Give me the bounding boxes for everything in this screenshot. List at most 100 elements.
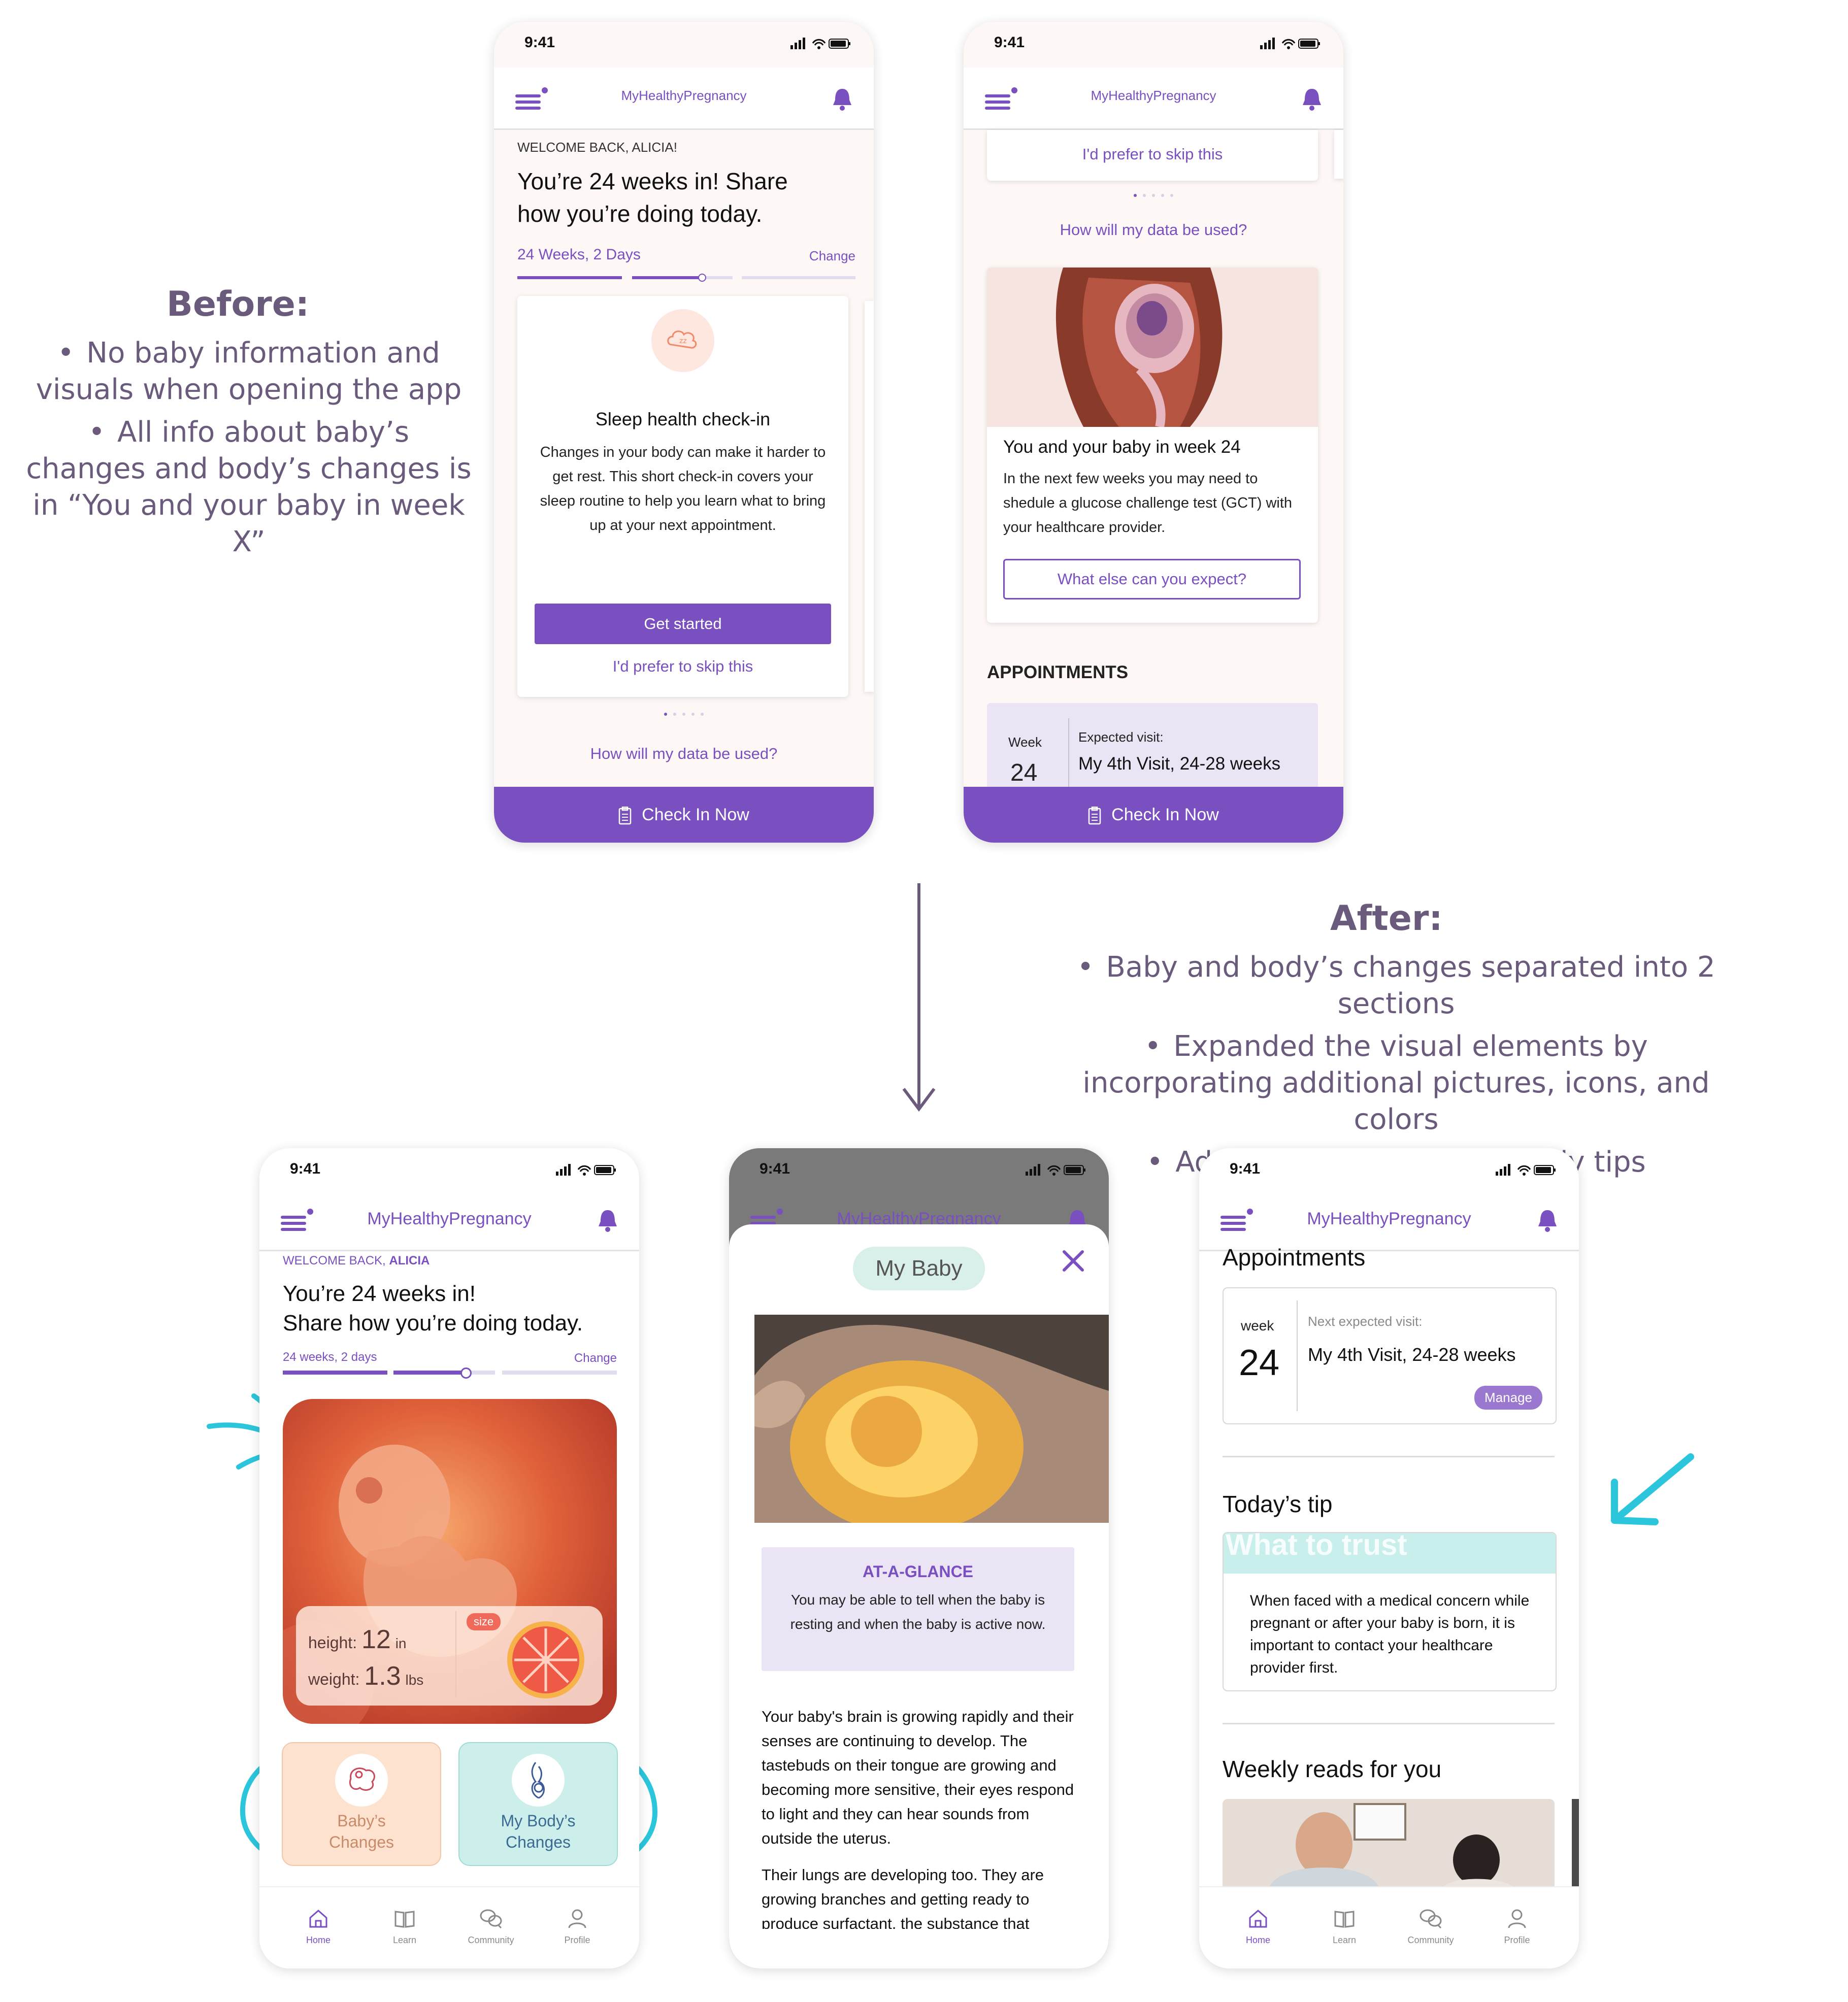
close-icon[interactable] bbox=[1061, 1249, 1085, 1273]
data-usage-link[interactable]: How will my data be used? bbox=[964, 221, 1343, 239]
status-icons-icon bbox=[790, 37, 851, 49]
get-started-button[interactable]: Get started bbox=[535, 604, 831, 644]
appointment-card: week 24 Next expected visit: My 4th Visi… bbox=[1223, 1287, 1557, 1424]
baby-icon bbox=[335, 1754, 388, 1807]
phone-after-home: 9:41 MyHealthyPregnancy WELCOME BACK, AL… bbox=[259, 1148, 639, 1968]
weight-value: 1.3 bbox=[364, 1661, 401, 1691]
status-time: 9:41 bbox=[760, 1160, 790, 1177]
size-badge: size bbox=[467, 1613, 501, 1630]
data-usage-link[interactable]: How will my data be used? bbox=[494, 745, 874, 763]
weight-row: weight: 1.3 lbs bbox=[308, 1661, 423, 1691]
skip-link[interactable]: I'd prefer to skip this bbox=[517, 657, 848, 676]
article-paragraph-2: Their lungs are developing too. They are… bbox=[762, 1866, 1044, 1929]
progress-handle[interactable] bbox=[460, 1367, 472, 1379]
tab-bar: Home Learn Community Profile bbox=[1199, 1886, 1579, 1968]
page-title: You’re 24 weeks in! Share how you’re doi… bbox=[517, 168, 788, 227]
status-icons-icon bbox=[1496, 1163, 1557, 1176]
check-in-bar[interactable]: Check In Now bbox=[964, 787, 1343, 843]
manage-button[interactable]: Manage bbox=[1474, 1386, 1542, 1410]
svg-text:zz: zz bbox=[679, 337, 687, 345]
carousel-dots bbox=[494, 709, 874, 718]
baby-hero-image: height: 12 in weight: 1.3 lbs size bbox=[283, 1399, 617, 1724]
before-bullet: All info about baby’s changes and body’s… bbox=[25, 414, 472, 560]
progress-seg-2 bbox=[393, 1371, 465, 1375]
tab-label: Learn bbox=[392, 1935, 417, 1945]
tab-label: Community bbox=[1407, 1935, 1454, 1945]
before-bullets: No baby information and visuals when ope… bbox=[25, 335, 472, 560]
bell-icon[interactable] bbox=[1536, 1208, 1559, 1233]
tab-label: Profile bbox=[564, 1935, 590, 1945]
tab-community[interactable]: Community bbox=[455, 1908, 526, 1946]
weeks-label: 24 Weeks, 2 Days bbox=[517, 246, 641, 263]
skip-link[interactable]: I'd prefer to skip this bbox=[987, 145, 1318, 163]
article-paragraph-1: Your baby's brain is growing rapidly and… bbox=[762, 1708, 1074, 1847]
next-card-edge bbox=[865, 301, 874, 692]
glance-body: You may be able to tell when the baby is… bbox=[790, 1592, 1046, 1632]
progress-handle[interactable] bbox=[698, 274, 706, 282]
baby-week-card: You and your baby in week 24 In the next… bbox=[987, 268, 1318, 623]
section-divider bbox=[1223, 1723, 1555, 1724]
baby-changes-button[interactable]: Baby’s Changes bbox=[282, 1742, 441, 1866]
user-icon bbox=[1508, 1909, 1526, 1928]
app-name: MyHealthyPregnancy bbox=[621, 88, 747, 103]
my-baby-sheet: My Baby AT-A-GLANCE You may be able to t… bbox=[729, 1224, 1109, 1968]
status-bar: 9:41 bbox=[729, 1148, 1109, 1194]
appointments-heading: Appointments bbox=[1223, 1244, 1366, 1271]
appointment-card: Week 24 Expected visit: My 4th Visit, 24… bbox=[987, 703, 1318, 794]
tip-card: What to trust When faced with a medical … bbox=[1223, 1532, 1557, 1691]
tab-learn[interactable]: Learn bbox=[369, 1908, 440, 1946]
before-title: Before: bbox=[167, 284, 310, 324]
weeks-label: 24 weeks, 2 days bbox=[283, 1350, 377, 1364]
expected-label: Expected visit: bbox=[1078, 729, 1164, 745]
body-changes-button[interactable]: My Body’s Changes bbox=[458, 1742, 618, 1866]
glance-title: AT-A-GLANCE bbox=[862, 1562, 974, 1581]
weight-label: weight: bbox=[308, 1670, 360, 1688]
bell-icon[interactable] bbox=[831, 87, 853, 112]
after-bullet: Expanded the visual elements by incorpor… bbox=[1015, 1028, 1777, 1138]
bell-icon[interactable] bbox=[597, 1208, 619, 1233]
tab-label: Learn bbox=[1332, 1935, 1357, 1945]
card-body: Changes in your body can make it harder … bbox=[540, 444, 826, 533]
progress-bar bbox=[283, 1367, 617, 1379]
what-else-button[interactable]: What else can you expect? bbox=[1003, 559, 1301, 599]
baby-changes-label: Baby’s Changes bbox=[328, 1812, 394, 1851]
height-value: 12 bbox=[361, 1625, 391, 1654]
baby-week-body: In the next few weeks you may need to sh… bbox=[1003, 471, 1293, 536]
after-title: After: bbox=[1330, 898, 1443, 939]
change-link[interactable]: Change bbox=[574, 1351, 617, 1365]
visit-label: My 4th Visit, 24-28 weeks bbox=[1078, 754, 1281, 774]
carousel-dots bbox=[964, 190, 1343, 199]
tab-profile[interactable]: Profile bbox=[1481, 1908, 1553, 1946]
welcome-prefix: WELCOME BACK, bbox=[283, 1254, 389, 1267]
tab-learn[interactable]: Learn bbox=[1309, 1908, 1380, 1946]
tab-label: Home bbox=[306, 1935, 331, 1945]
tab-label: Community bbox=[468, 1935, 514, 1945]
next-visit-label: Next expected visit: bbox=[1308, 1314, 1423, 1329]
check-in-label: Check In Now bbox=[642, 805, 749, 824]
progress-seg-1 bbox=[517, 276, 622, 279]
tab-label: Home bbox=[1245, 1935, 1270, 1945]
status-icons-icon bbox=[556, 1163, 617, 1176]
clipboard-icon bbox=[618, 806, 632, 825]
panel-divider bbox=[455, 1611, 456, 1697]
pregnant-body-icon bbox=[512, 1754, 565, 1807]
tip-title: What to trust bbox=[1226, 1532, 1407, 1561]
bell-icon[interactable] bbox=[1301, 87, 1323, 112]
tab-profile[interactable]: Profile bbox=[542, 1908, 613, 1946]
sleep-checkin-card: zz Sleep health check-in Changes in your… bbox=[517, 296, 848, 697]
check-in-bar[interactable]: Check In Now bbox=[494, 787, 874, 843]
app-name: MyHealthyPregnancy bbox=[367, 1209, 532, 1228]
change-link[interactable]: Change bbox=[809, 248, 855, 264]
tab-home[interactable]: Home bbox=[283, 1908, 354, 1946]
weekly-read-image[interactable] bbox=[1223, 1799, 1555, 1890]
status-bar: 9:41 bbox=[1199, 1148, 1579, 1194]
tab-home[interactable]: Home bbox=[1223, 1908, 1294, 1946]
tab-community[interactable]: Community bbox=[1395, 1908, 1466, 1946]
height-label: height: bbox=[308, 1633, 357, 1652]
app-bar: MyHealthyPregnancy bbox=[494, 68, 874, 130]
chat-bubbles-icon bbox=[480, 1909, 502, 1929]
week-label: Week bbox=[1008, 735, 1042, 750]
pregnancy-illustration bbox=[987, 268, 1318, 427]
height-unit: in bbox=[395, 1636, 407, 1651]
status-icons-icon bbox=[1260, 37, 1321, 49]
